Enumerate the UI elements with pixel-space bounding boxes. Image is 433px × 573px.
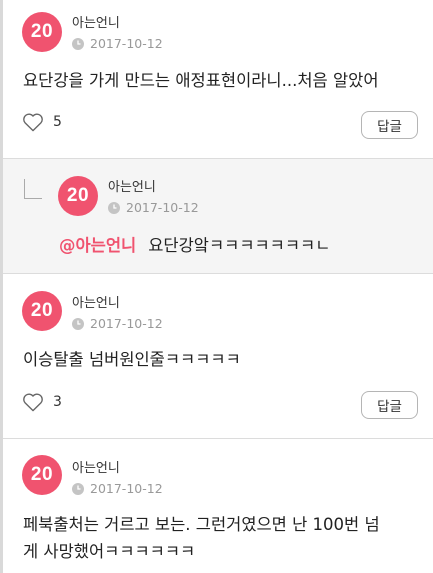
reply-text: @아는언니 요단강앜ㅋㅋㅋㅋㅋㅋㅋㄴ xyxy=(59,232,330,259)
date-text: 2017-10-12 xyxy=(126,200,199,215)
mention-link[interactable]: @아는언니 xyxy=(59,236,136,255)
like-button[interactable]: 5 xyxy=(22,112,62,132)
comment-text: 요단강을 가게 만드는 애정표현이라니...처음 알았어 xyxy=(23,71,379,90)
reply-arrow-icon xyxy=(24,179,42,199)
date-text: 2017-10-12 xyxy=(90,36,163,51)
date-text: 2017-10-12 xyxy=(90,481,163,496)
divider xyxy=(3,438,433,439)
reply-button[interactable]: 답글 xyxy=(361,391,418,419)
like-button[interactable]: 3 xyxy=(22,392,62,412)
avatar[interactable]: 20 xyxy=(22,291,62,331)
comment-text: 페북출처는 거르고 보는. 그런거였으면 난 100번 넘 게 사망했어ㅋㅋㅋㅋ… xyxy=(23,511,380,565)
comment-date: 2017-10-12 xyxy=(72,481,163,496)
clock-icon xyxy=(72,37,84,50)
comment-text-line: 페북출처는 거르고 보는. 그런거였으면 난 100번 넘 xyxy=(23,515,380,534)
clock-icon xyxy=(72,482,84,495)
avatar[interactable]: 20 xyxy=(22,12,62,52)
clock-icon xyxy=(72,317,84,330)
comment-text: 이승탈출 넘버원인줄ㅋㅋㅋㅋㅋ xyxy=(23,350,241,369)
date-text: 2017-10-12 xyxy=(90,316,163,331)
heart-outline-icon[interactable] xyxy=(22,112,44,132)
heart-outline-icon[interactable] xyxy=(22,392,44,412)
like-count: 3 xyxy=(53,394,62,410)
comment-author[interactable]: 아는언니 xyxy=(72,12,120,31)
reply-author[interactable]: 아는언니 xyxy=(108,176,156,195)
reply-date: 2017-10-12 xyxy=(108,200,199,215)
like-count: 5 xyxy=(53,114,62,130)
comment-date: 2017-10-12 xyxy=(72,36,163,51)
reply-text-content: 요단강앜ㅋㅋㅋㅋㅋㅋㅋㄴ xyxy=(148,236,331,255)
comment-author[interactable]: 아는언니 xyxy=(72,457,120,476)
reply-button[interactable]: 답글 xyxy=(361,111,418,139)
comment-date: 2017-10-12 xyxy=(72,316,163,331)
clock-icon xyxy=(108,201,120,214)
reply-avatar[interactable]: 20 xyxy=(58,176,98,216)
avatar[interactable]: 20 xyxy=(22,455,62,495)
comment-author[interactable]: 아는언니 xyxy=(72,292,120,311)
comment-text-line: 게 사망했어ㅋㅋㅋㅋㅋㅋ xyxy=(23,542,196,561)
divider xyxy=(3,273,433,274)
